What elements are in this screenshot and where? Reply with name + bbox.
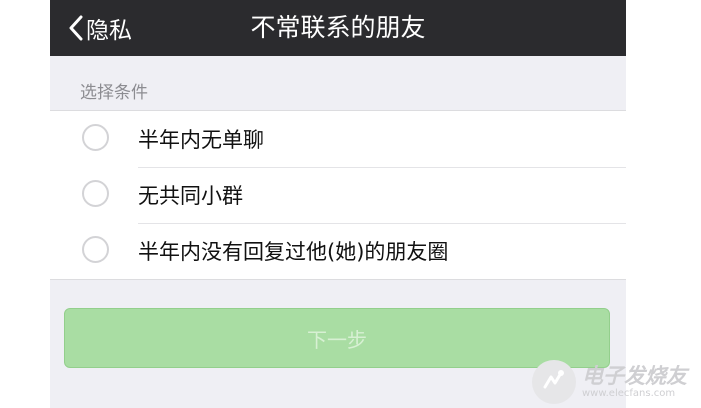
watermark-url-text: www.elecfans.com bbox=[582, 388, 676, 399]
navigation-bar: 隐私 不常联系的朋友 bbox=[50, 0, 626, 56]
watermark: 电子发烧友 www.elecfans.com bbox=[532, 360, 687, 404]
section-header: 选择条件 bbox=[80, 83, 148, 103]
screen: 隐私 不常联系的朋友 选择条件 半年内无单聊 无共同小群 半年内没有回复过他(她… bbox=[50, 0, 626, 408]
option-label: 无共同小群 bbox=[138, 184, 243, 208]
option-label: 半年内没有回复过他(她)的朋友圈 bbox=[138, 240, 449, 264]
option-row-no-moments-reply[interactable]: 半年内没有回复过他(她)的朋友圈 bbox=[50, 223, 626, 279]
radio-circle-icon[interactable] bbox=[82, 236, 109, 263]
next-step-button[interactable]: 下一步 bbox=[64, 308, 610, 368]
watermark-main-text: 电子发烧友 bbox=[582, 364, 687, 388]
page-title: 不常联系的朋友 bbox=[250, 13, 426, 42]
next-step-label: 下一步 bbox=[307, 327, 367, 352]
condition-list: 半年内无单聊 无共同小群 半年内没有回复过他(她)的朋友圈 bbox=[50, 110, 626, 280]
option-label: 半年内无单聊 bbox=[138, 128, 264, 152]
radio-circle-icon[interactable] bbox=[82, 180, 109, 207]
radio-circle-icon[interactable] bbox=[82, 124, 109, 151]
option-row-no-common-group[interactable]: 无共同小群 bbox=[50, 167, 626, 223]
elecfans-logo-icon bbox=[532, 360, 576, 404]
option-row-no-private-chat[interactable]: 半年内无单聊 bbox=[50, 111, 626, 167]
